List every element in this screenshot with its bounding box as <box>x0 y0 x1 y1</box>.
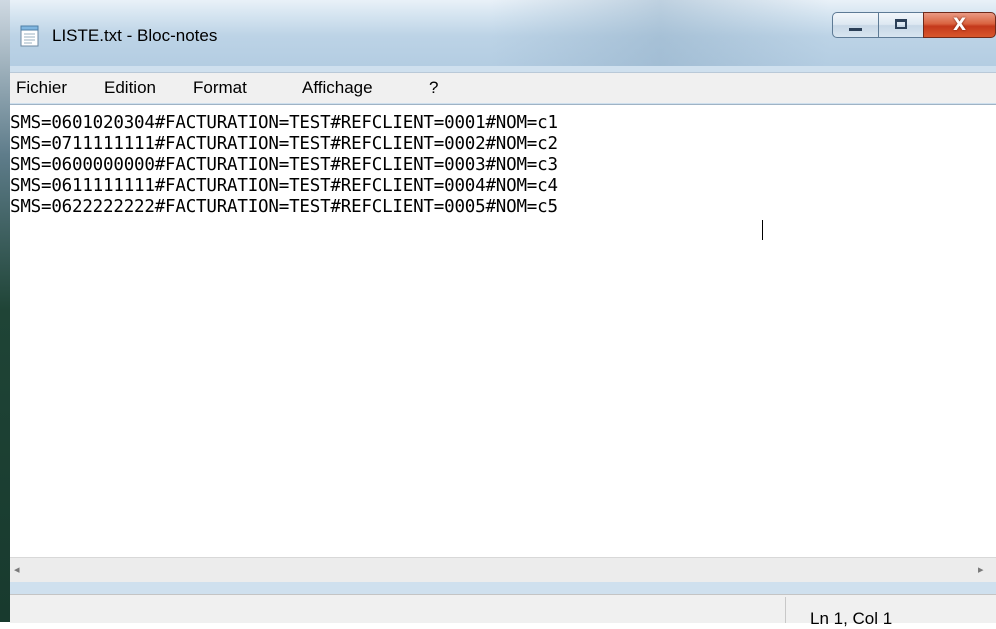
scroll-left-arrow-icon[interactable]: ◂ <box>14 561 20 579</box>
status-divider <box>785 597 786 623</box>
horizontal-scrollbar[interactable]: ◂ ▸ <box>10 557 996 582</box>
minimize-button[interactable] <box>832 12 879 38</box>
menu-format[interactable]: Format <box>193 77 247 99</box>
notepad-icon[interactable] <box>20 25 39 47</box>
minimize-icon <box>849 28 862 31</box>
text-editor[interactable]: SMS=0601020304#FACTURATION=TEST#REFCLIEN… <box>10 104 996 557</box>
text-line[interactable]: SMS=0600000000#FACTURATION=TEST#REFCLIEN… <box>10 155 558 176</box>
close-button[interactable]: X <box>923 12 996 38</box>
text-line[interactable]: SMS=0622222222#FACTURATION=TEST#REFCLIEN… <box>10 197 558 218</box>
menu-bar: Fichier Edition Format Affichage ? <box>10 72 996 103</box>
menu-affichage[interactable]: Affichage <box>302 77 373 99</box>
status-bar: Ln 1, Col 1 <box>10 594 996 628</box>
title-bar-glare <box>490 0 830 66</box>
scroll-right-arrow-icon[interactable]: ▸ <box>978 561 984 579</box>
editor-content[interactable]: SMS=0601020304#FACTURATION=TEST#REFCLIEN… <box>10 113 558 218</box>
maximize-icon <box>895 19 907 29</box>
text-line[interactable]: SMS=0711111111#FACTURATION=TEST#REFCLIEN… <box>10 134 558 155</box>
menu-help[interactable]: ? <box>429 77 438 99</box>
text-caret <box>762 220 763 240</box>
menu-fichier[interactable]: Fichier <box>16 77 67 99</box>
maximize-button[interactable] <box>878 12 924 38</box>
title-bar[interactable]: LISTE.txt - Bloc-notes X <box>10 0 996 66</box>
text-line[interactable]: SMS=0611111111#FACTURATION=TEST#REFCLIEN… <box>10 176 558 197</box>
cursor-position: Ln 1, Col 1 <box>810 609 893 628</box>
desktop-background <box>0 0 10 622</box>
menu-edition[interactable]: Edition <box>104 77 156 99</box>
notepad-window: LISTE.txt - Bloc-notes X Fichier Edition… <box>10 0 996 628</box>
close-icon: X <box>952 15 967 35</box>
text-line[interactable]: SMS=0601020304#FACTURATION=TEST#REFCLIEN… <box>10 113 558 134</box>
window-title: LISTE.txt - Bloc-notes <box>52 26 218 45</box>
